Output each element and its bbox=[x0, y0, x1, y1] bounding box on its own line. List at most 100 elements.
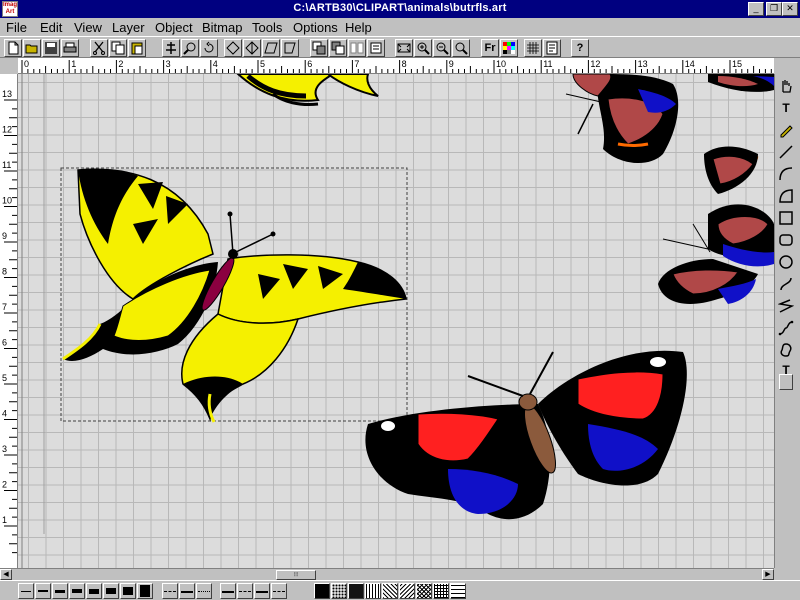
menu-help[interactable]: Help bbox=[345, 20, 372, 35]
fit-page-icon[interactable] bbox=[367, 39, 385, 57]
hand-pan-icon[interactable] bbox=[776, 76, 796, 96]
ruler-label: 11 bbox=[2, 160, 11, 170]
line-width-10[interactable] bbox=[137, 583, 153, 599]
corner-butterfly[interactable] bbox=[708, 74, 774, 92]
line-width-4[interactable] bbox=[69, 583, 85, 599]
horizontal-ruler-scale: 012345678910111213141516 bbox=[21, 59, 772, 73]
line-width-1[interactable] bbox=[18, 583, 34, 599]
ruler-label: 5 bbox=[260, 59, 265, 69]
scroll-left-arrow[interactable]: ◀ bbox=[0, 569, 12, 580]
fill-diagonal-a[interactable] bbox=[382, 583, 398, 599]
ruler-label: 3 bbox=[2, 444, 7, 454]
line-width-6[interactable] bbox=[103, 583, 119, 599]
vertical-ruler[interactable]: 13 12 11 10 9 8 7 6 5 4 3 2 1 bbox=[0, 74, 18, 568]
menu-bitmap[interactable]: Bitmap bbox=[202, 20, 242, 35]
main-toolbar: Fr ? bbox=[0, 36, 800, 58]
properties-icon[interactable] bbox=[543, 39, 561, 57]
window-title: C:\ARTB30\CLIPART\animals\butrfls.art bbox=[293, 2, 507, 14]
group-icon[interactable] bbox=[329, 39, 347, 57]
magnifier-icon[interactable] bbox=[452, 39, 470, 57]
menu-file[interactable]: File bbox=[6, 20, 27, 35]
dash-style-3[interactable] bbox=[196, 583, 212, 599]
bring-front-icon[interactable] bbox=[281, 39, 299, 57]
menu-object[interactable]: Object bbox=[155, 20, 193, 35]
cut-icon[interactable] bbox=[90, 39, 108, 57]
arc-tool-icon[interactable] bbox=[776, 164, 796, 184]
fill-diagonal-b[interactable] bbox=[399, 583, 415, 599]
dash-style-6[interactable] bbox=[254, 583, 270, 599]
ruler-label: 4 bbox=[2, 409, 7, 419]
line-width-5[interactable] bbox=[86, 583, 102, 599]
color-palette-icon[interactable] bbox=[500, 39, 518, 57]
pencil-icon[interactable] bbox=[776, 120, 796, 140]
zoom-in-icon[interactable] bbox=[395, 39, 413, 57]
line-width-2[interactable] bbox=[35, 583, 51, 599]
dash-style-4[interactable] bbox=[220, 583, 236, 599]
ungroup-icon[interactable] bbox=[348, 39, 366, 57]
line-tool-icon[interactable] bbox=[776, 142, 796, 162]
drawing-canvas[interactable] bbox=[18, 74, 774, 568]
freehand-curve-icon[interactable] bbox=[776, 296, 796, 316]
menu-edit[interactable]: Edit bbox=[40, 20, 62, 35]
dash-style-7[interactable] bbox=[271, 583, 287, 599]
swallowtail-butterfly-partial[interactable] bbox=[236, 74, 379, 106]
close-button[interactable]: ✕ bbox=[782, 2, 798, 16]
send-back-icon[interactable] bbox=[310, 39, 328, 57]
font-icon[interactable]: Fr bbox=[481, 39, 499, 57]
zoom-fit-icon[interactable] bbox=[433, 39, 451, 57]
fill-vertical[interactable] bbox=[365, 583, 381, 599]
new-file-icon[interactable] bbox=[4, 39, 22, 57]
fill-dense[interactable] bbox=[348, 583, 364, 599]
ruler-label: 4 bbox=[213, 59, 218, 69]
line-width-3[interactable] bbox=[52, 583, 68, 599]
fill-cross[interactable] bbox=[416, 583, 432, 599]
pie-tool-icon[interactable] bbox=[776, 186, 796, 206]
vertical-scrollbar[interactable] bbox=[774, 374, 796, 568]
horizontal-scrollbar[interactable]: ◀ ⦙⦙⦙ ▶ bbox=[0, 568, 774, 580]
maroon-butterfly-right[interactable] bbox=[658, 146, 774, 305]
print-icon[interactable] bbox=[61, 39, 79, 57]
horizontal-ruler[interactable]: 012345678910111213141516 bbox=[18, 58, 774, 74]
fill-grid[interactable] bbox=[433, 583, 449, 599]
flip-icon[interactable] bbox=[243, 39, 261, 57]
save-icon[interactable] bbox=[42, 39, 60, 57]
menu-options[interactable]: Options bbox=[293, 20, 338, 35]
ellipse-tool-icon[interactable] bbox=[776, 252, 796, 272]
copy-icon[interactable] bbox=[109, 39, 127, 57]
align-icon[interactable] bbox=[162, 39, 180, 57]
maroon-butterfly-top[interactable] bbox=[565, 74, 679, 164]
grid-icon[interactable] bbox=[524, 39, 542, 57]
dash-style-2[interactable] bbox=[179, 583, 195, 599]
bezier-tool-icon[interactable] bbox=[776, 318, 796, 338]
zoom-select-icon[interactable] bbox=[181, 39, 199, 57]
rotate-right-icon[interactable] bbox=[224, 39, 242, 57]
help-icon[interactable]: ? bbox=[571, 39, 589, 57]
open-folder-icon[interactable] bbox=[23, 39, 41, 57]
fill-solid[interactable] bbox=[314, 583, 330, 599]
curve-tool-icon[interactable] bbox=[776, 274, 796, 294]
scroll-right-arrow[interactable]: ▶ bbox=[762, 569, 774, 580]
line-width-8[interactable] bbox=[120, 583, 136, 599]
vertical-scroll-thumb[interactable] bbox=[779, 374, 793, 390]
horizontal-scroll-thumb[interactable]: ⦙⦙⦙ bbox=[276, 570, 316, 580]
dash-style-5[interactable] bbox=[237, 583, 253, 599]
title-bar[interactable]: Image Art C:\ARTB30\CLIPART\animals\butr… bbox=[0, 0, 800, 18]
skew-icon[interactable] bbox=[262, 39, 280, 57]
swallowtail-butterfly[interactable] bbox=[62, 168, 407, 423]
rectangle-tool-icon[interactable] bbox=[776, 208, 796, 228]
red-blue-butterfly[interactable] bbox=[365, 350, 687, 520]
rounded-rect-tool-icon[interactable] bbox=[776, 230, 796, 250]
rotate-left-icon[interactable] bbox=[200, 39, 218, 57]
paste-icon[interactable] bbox=[128, 39, 146, 57]
minimize-button[interactable]: _ bbox=[748, 2, 764, 16]
fill-brick[interactable] bbox=[450, 583, 466, 599]
menu-tools[interactable]: Tools bbox=[252, 20, 282, 35]
text-tool-icon[interactable]: T bbox=[776, 98, 796, 118]
menu-view[interactable]: View bbox=[74, 20, 102, 35]
zoom-out-icon[interactable] bbox=[414, 39, 432, 57]
polygon-tool-icon[interactable] bbox=[776, 340, 796, 360]
fill-dots[interactable] bbox=[331, 583, 347, 599]
dash-style-1[interactable] bbox=[162, 583, 178, 599]
restore-button[interactable]: ❐ bbox=[766, 2, 782, 16]
menu-layer[interactable]: Layer bbox=[112, 20, 145, 35]
